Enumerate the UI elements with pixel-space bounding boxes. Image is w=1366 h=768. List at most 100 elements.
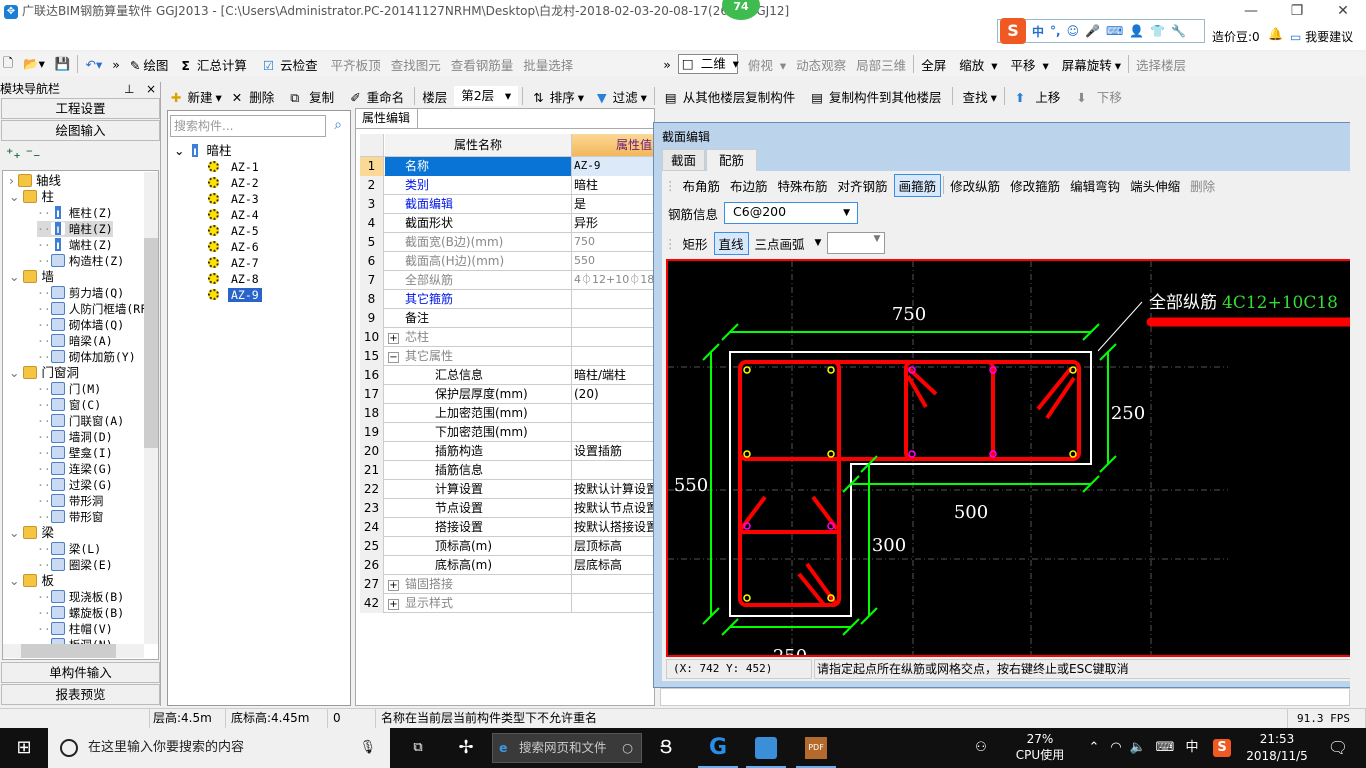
copy-from-floor-button[interactable]: ▤ 从其他楼层复制构件 [659,87,801,106]
property-row[interactable]: 8 其它箍筋 [360,290,660,309]
property-value[interactable]: 暗柱 [572,176,662,195]
property-row[interactable]: 15− 其它属性 [360,347,660,366]
chevron-down-icon[interactable]: ⌄ [9,525,19,540]
tool-button[interactable]: 编辑弯钩 [1066,175,1124,196]
property-row[interactable]: 10 + 芯柱 [360,328,660,347]
browser-search[interactable]: e 搜索网页和文件 ○ [492,733,642,763]
component-item[interactable]: AZ-5 [208,223,262,239]
zoom-button[interactable]: 缩放 ▾ [953,55,1000,74]
chevron-right-icon[interactable]: › [9,173,14,188]
tree-item[interactable]: ·· 壁龛(I) [37,445,113,461]
tree-item[interactable]: › 轴线 [9,173,61,189]
rename-button[interactable]: ✐ 重命名 [344,87,410,106]
collapse-icon[interactable]: − [388,352,399,363]
component-item[interactable]: AZ-4 [208,207,262,223]
rotate-button[interactable]: 屏幕旋转 ▾ [1056,55,1124,74]
property-value[interactable] [572,328,662,347]
batch-select-button[interactable]: 批量选择 [520,55,576,74]
single-input-button[interactable]: 单构件输入 [1,662,160,683]
property-row[interactable]: 2 类别 暗柱 [360,176,660,195]
glodon-app-icon[interactable]: G [698,728,738,768]
property-value[interactable]: 4⏀12+10⏀18 [572,271,662,290]
user-icon[interactable]: 👤 [1129,24,1144,38]
delete-button[interactable]: ✕ 删除 [229,87,280,106]
tree-item[interactable]: ·· 砌体墙(Q) [37,317,124,333]
property-value[interactable]: (20) [572,385,662,404]
property-row[interactable]: 9 备注 [360,309,660,328]
pin-icon[interactable]: ⊥ [124,82,134,96]
pdf-app-icon[interactable]: PDF [796,728,836,768]
minimize-button[interactable]: — [1228,0,1274,24]
property-row[interactable]: 25 顶标高(m) 层顶标高 [360,537,660,556]
property-row[interactable]: 1 名称 AZ-9 [360,157,662,176]
property-value[interactable]: 层顶标高 [572,537,662,556]
cloud-check-button[interactable]: ☑ 云检查 [257,55,324,74]
component-root[interactable]: ⌄ 暗柱 [174,143,231,159]
new-file-icon[interactable]: 🗋 [0,54,16,75]
new-button[interactable]: ✚ 新建 ▾ [165,87,225,106]
chevron-down-icon[interactable]: ⌄ [9,189,19,204]
draw-input-button[interactable]: 绘图输入 [1,120,160,141]
property-value[interactable]: 按默认节点设置 [572,499,662,518]
expand-all-icon[interactable]: ⁺₊ ⁻₋ [6,146,40,162]
suggest-link[interactable]: ▭ 我要建议 [1290,28,1353,45]
mic-icon[interactable]: 🎤 [1085,24,1100,38]
tree-item[interactable]: ·· 连梁(G) [37,461,113,477]
property-value[interactable]: 设置插筋 [572,442,662,461]
component-item[interactable]: AZ-2 [208,175,262,191]
tray-chevron-icon[interactable]: ⌃ [1084,728,1104,768]
property-value[interactable]: 550 [572,252,662,271]
tab-reinforcement[interactable]: 配筋 [706,149,758,173]
property-row[interactable]: 20 插筋构造 设置插筋 [360,442,660,461]
tool-button[interactable]: 布边筋 [726,175,772,196]
price-beans[interactable]: 造价豆:0 [1212,28,1260,45]
property-row[interactable]: 21 插筋信息 [360,461,660,480]
property-value[interactable] [572,290,662,309]
sort-button[interactable]: ⇅ 排序 ▾ [527,87,587,106]
close-button[interactable]: ✕ [1320,0,1366,24]
ime-toolbar[interactable]: S 中 °, ☺ 🎤 ⌨ 👤 👕 🔧 [997,18,1205,44]
top-view-button[interactable]: 俯视 ▾ [742,55,789,74]
property-row[interactable]: 24 搭接设置 按默认搭接设置 [360,518,660,537]
tool-button[interactable]: 删除 [1186,175,1219,196]
tool-button[interactable]: 对齐钢筋 [834,175,892,196]
draw-mode-button[interactable]: 三点画弧 [751,233,809,254]
draw-button[interactable]: ✎ 绘图 [127,55,175,74]
save-icon[interactable]: 💾 [52,56,74,72]
chevron-down-icon[interactable]: ⌄ [9,365,19,380]
tool-button[interactable]: 布角筋 [679,175,725,196]
property-row[interactable]: 19 下加密范围(mm) [360,423,660,442]
tree-item[interactable]: ·· 砌体加筋(Y) [37,349,136,365]
wrench-icon[interactable]: 🔧 [1171,24,1186,38]
tree-item[interactable]: ·· 带形洞 [37,493,103,509]
tree-item[interactable]: ·· 螺旋板(B) [37,605,124,621]
tree-item[interactable]: ·· 构造柱(Z) [37,253,124,269]
property-value[interactable] [572,347,662,366]
tree-item[interactable]: ·· 框柱(Z) [37,205,113,221]
component-item[interactable]: AZ-3 [208,191,262,207]
tree-hscrollbar[interactable] [3,644,144,658]
tab-property-edit[interactable]: 属性编辑 [356,109,418,128]
component-item[interactable]: AZ-9 [208,287,262,303]
floor-select[interactable]: 第2层 ▾ [454,86,519,106]
select-floor-button[interactable]: 选择楼层 [1133,55,1189,74]
fan-app-icon[interactable]: ✢ [446,728,486,768]
ime-indicator[interactable]: 中 [1182,728,1202,768]
right-scrollbar[interactable] [1350,110,1366,706]
close-icon[interactable]: × [146,82,156,96]
tree-item[interactable]: ·· 现浇板(B) [37,589,124,605]
move-down-button[interactable]: ⬇ 下移 [1070,87,1127,106]
windows-start-icon[interactable]: ⊞ [0,728,48,768]
property-row[interactable]: 4 截面形状 异形 [360,214,660,233]
rebar-info-select[interactable]: C6@200 ▼ [724,202,859,224]
property-row[interactable]: 17 保护层厚度(mm) (20) [360,385,660,404]
clock[interactable]: 21:53 2018/11/5 [1240,731,1314,765]
tree-item[interactable]: ·· 带形窗 [37,509,103,525]
property-value[interactable] [572,594,662,613]
sum-button[interactable]: Σ 汇总计算 [178,55,253,74]
restore-button[interactable]: ❐ [1274,0,1320,24]
emoji-icon[interactable]: ☺ [1067,24,1080,38]
property-row[interactable]: 23 节点设置 按默认节点设置 [360,499,660,518]
tree-item[interactable]: ·· 圈梁(E) [37,557,113,573]
property-value[interactable]: 异形 [572,214,662,233]
